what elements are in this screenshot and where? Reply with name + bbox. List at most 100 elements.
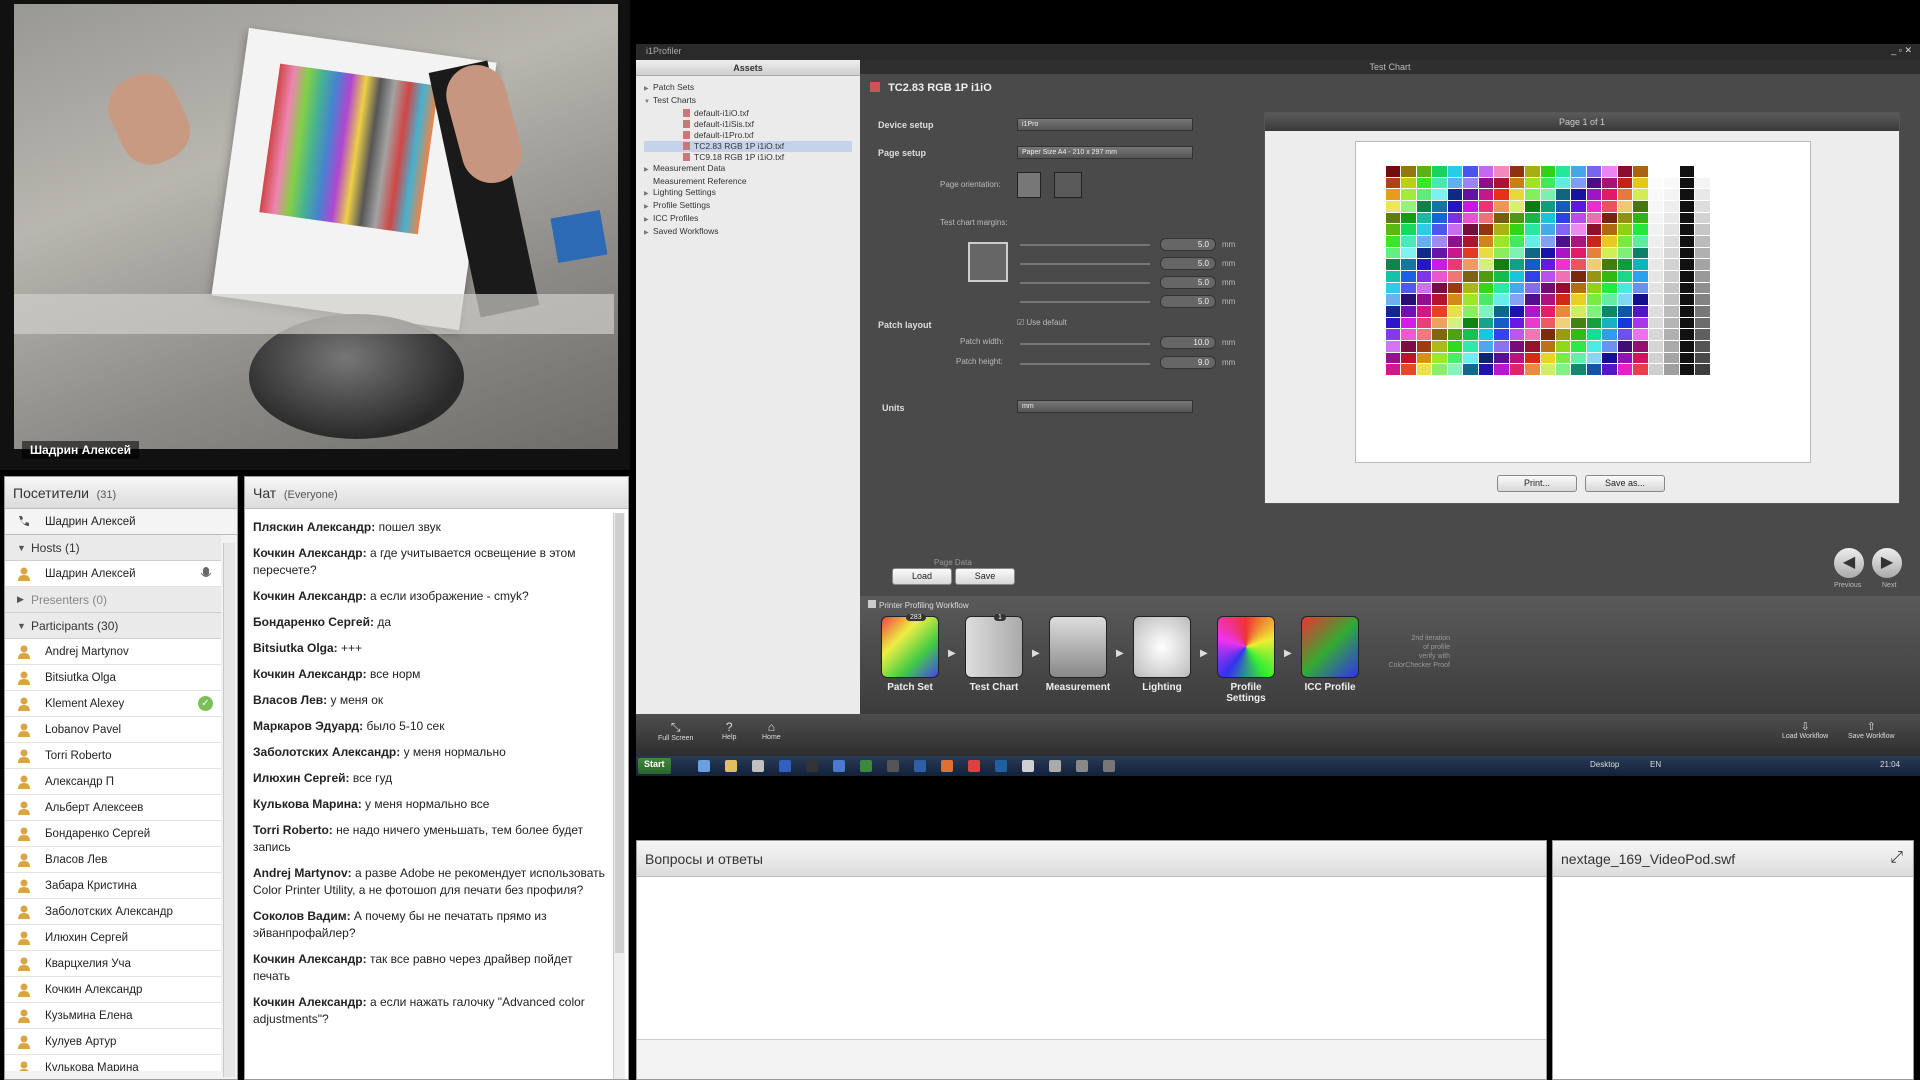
attendee-row[interactable]: Torri Roberto (5, 743, 221, 769)
attendee-row[interactable]: Шадрин Алексей (5, 561, 221, 587)
use-default-checkbox[interactable]: ☑ Use default (1017, 318, 1067, 327)
load-button[interactable]: Load (892, 568, 952, 585)
landscape-button[interactable] (1054, 172, 1082, 198)
attendee-row[interactable]: Lobanov Pavel (5, 717, 221, 743)
attendee-row[interactable]: Кочкин Александр (5, 977, 221, 1003)
tree-item[interactable]: ▼ Test Charts (644, 95, 852, 108)
taskbar-app-icon[interactable] (887, 760, 899, 772)
help-button[interactable]: ? Help (722, 720, 736, 741)
taskbar-app-icon[interactable] (941, 760, 953, 772)
taskbar-app-icon[interactable] (1049, 760, 1061, 772)
attendee-row[interactable]: Илюхин Сергей (5, 925, 221, 951)
tree-item[interactable]: ▶ ICC Profiles (644, 213, 852, 226)
taskbar-app-icon[interactable] (779, 760, 791, 772)
patch-width-slider[interactable] (1020, 343, 1150, 345)
tree-item[interactable]: ▶ Profile Settings (644, 200, 852, 213)
group-presenters[interactable]: ▶ Presenters (0) (5, 587, 221, 613)
portrait-button[interactable] (1017, 172, 1041, 198)
margin-slider[interactable] (1020, 282, 1150, 284)
workflow-step[interactable]: Patch Set (874, 616, 946, 708)
my-status-row[interactable]: Шадрин Алексей (5, 509, 237, 535)
margin-slider[interactable] (1020, 244, 1150, 246)
save-workflow-button[interactable]: ⇧ Save Workflow (1848, 720, 1895, 740)
taskbar-app-icon[interactable] (833, 760, 845, 772)
tree-item[interactable]: default-i1Pro.txf (644, 130, 852, 141)
device-select[interactable]: i1Pro (1017, 118, 1193, 131)
tree-item[interactable]: ▶ Saved Workflows (644, 226, 852, 239)
attendees-scrollbar[interactable] (223, 543, 235, 1077)
taskbar-app-icon[interactable] (725, 760, 737, 772)
taskbar-app-icon[interactable] (914, 760, 926, 772)
chat-scroll-thumb[interactable] (615, 513, 624, 953)
tree-item[interactable]: TC2.83 RGB 1P i1iO.txf (644, 141, 852, 152)
patch-width-input[interactable]: 10.0 (1160, 336, 1216, 349)
patch-layout-label[interactable]: Patch layout (878, 320, 932, 330)
taskbar-app-icon[interactable] (860, 760, 872, 772)
attendee-row[interactable]: Власов Лев (5, 847, 221, 873)
desktop-toolbar[interactable]: Desktop (1590, 760, 1619, 769)
language-indicator[interactable]: EN (1650, 760, 1661, 769)
attendee-row[interactable]: Bitsiutka Olga (5, 665, 221, 691)
attendee-row[interactable]: Альберт Алексеев (5, 795, 221, 821)
save-button[interactable]: Save (955, 568, 1015, 585)
color-patch (1463, 224, 1478, 235)
group-participants[interactable]: ▼ Participants (30) (5, 613, 221, 639)
workflow-step[interactable]: Test Chart (958, 616, 1030, 708)
tree-item[interactable]: ▶ Patch Sets (644, 82, 852, 95)
taskbar-app-icon[interactable] (752, 760, 764, 772)
load-workflow-button[interactable]: ⇩ Load Workflow (1782, 720, 1828, 740)
margin-slider[interactable] (1020, 301, 1150, 303)
attendee-row[interactable]: Кулуев Артур (5, 1029, 221, 1055)
taskbar-app-icon[interactable] (698, 760, 710, 772)
taskbar-app-icon[interactable] (1103, 760, 1115, 772)
page-size-select[interactable]: Paper Size A4 - 210 x 297 mm (1017, 146, 1193, 159)
taskbar-app-icon[interactable] (806, 760, 818, 772)
margin-input[interactable]: 5.0 (1160, 295, 1216, 308)
taskbar-app-icon[interactable] (1076, 760, 1088, 772)
attendee-row[interactable]: Andrej Martynov (5, 639, 221, 665)
units-select[interactable]: mm (1017, 400, 1193, 413)
group-hosts[interactable]: ▼ Hosts (1) (5, 535, 221, 561)
home-button[interactable]: ⌂ Home (762, 720, 781, 741)
start-button[interactable]: Start (638, 758, 671, 774)
taskbar-clock[interactable]: 21:04 (1880, 760, 1900, 769)
attendee-row[interactable]: Кулькова Марина (5, 1055, 221, 1071)
next-button[interactable]: ▶ (1872, 548, 1902, 578)
qa-input-area[interactable] (637, 1039, 1546, 1079)
tree-item[interactable]: Measurement Reference (644, 176, 852, 187)
patch-height-input[interactable]: 9.0 (1160, 356, 1216, 369)
attendee-row[interactable]: Кузьмина Елена (5, 1003, 221, 1029)
margin-input[interactable]: 5.0 (1160, 276, 1216, 289)
attendee-row[interactable]: Заболотских Александр (5, 899, 221, 925)
fullscreen-button[interactable]: ⤡ Full Screen (658, 720, 693, 742)
taskbar-app-icon[interactable] (1022, 760, 1034, 772)
chat-scrollbar[interactable] (613, 513, 625, 1079)
attendee-row[interactable]: Бондаренко Сергей (5, 821, 221, 847)
workflow-step[interactable]: ICC Profile (1294, 616, 1366, 708)
margin-input[interactable]: 5.0 (1160, 257, 1216, 270)
tree-item[interactable]: ▶ Measurement Data (644, 163, 852, 176)
margin-slider[interactable] (1020, 263, 1150, 265)
attendee-row[interactable]: Забара Кристина (5, 873, 221, 899)
tree-item[interactable]: ▶ Lighting Settings (644, 187, 852, 200)
fullscreen-icon[interactable]: ⤢ (1890, 849, 1903, 867)
print-button[interactable]: Print... (1497, 475, 1577, 492)
workflow-step[interactable]: Measurement (1042, 616, 1114, 708)
margin-input[interactable]: 5.0 (1160, 238, 1216, 251)
tree-item[interactable]: default-i1iSis.txf (644, 119, 852, 130)
workflow-step[interactable]: Lighting (1126, 616, 1198, 708)
window-controls[interactable]: _ ▫ ✕ (1891, 45, 1912, 56)
previous-button[interactable]: ◀ (1834, 548, 1864, 578)
attendee-row[interactable]: Klement Alexey ✓ (5, 691, 221, 717)
tree-item[interactable]: default-i1iO.txf (644, 108, 852, 119)
attendee-row[interactable]: Александр П (5, 769, 221, 795)
taskbar-app-icon[interactable] (968, 760, 980, 772)
device-setup-label[interactable]: Device setup (878, 120, 934, 130)
save-as-button[interactable]: Save as... (1585, 475, 1665, 492)
page-setup-label[interactable]: Page setup (878, 148, 926, 158)
patch-height-slider[interactable] (1020, 363, 1150, 365)
workflow-step[interactable]: Profile Settings (1210, 616, 1282, 708)
attendee-row[interactable]: Кварцхелия Уча (5, 951, 221, 977)
tree-item[interactable]: TC9.18 RGB 1P i1iO.txf (644, 152, 852, 163)
taskbar-app-icon[interactable] (995, 760, 1007, 772)
